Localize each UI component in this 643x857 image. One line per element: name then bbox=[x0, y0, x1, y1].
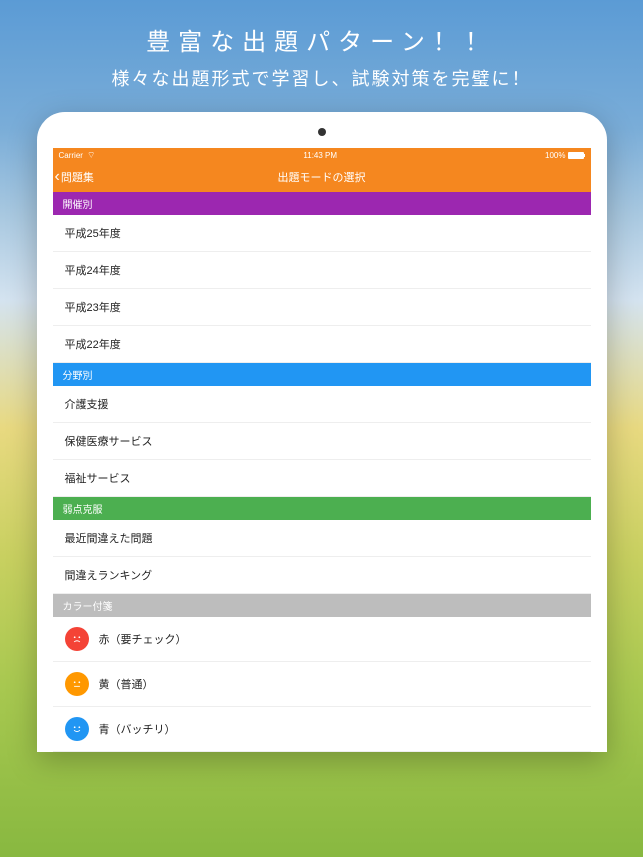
status-bar: Carrier ⌔ 11:43 PM 100% bbox=[53, 148, 591, 162]
list-item[interactable]: 平成22年度 bbox=[53, 326, 591, 363]
carrier-label: Carrier bbox=[59, 151, 83, 160]
list-item[interactable]: 平成24年度 bbox=[53, 252, 591, 289]
list-item[interactable]: 平成25年度 bbox=[53, 215, 591, 252]
camera-dot bbox=[318, 128, 326, 136]
list-item-label: 保健医療サービス bbox=[65, 433, 153, 449]
list-item-label: 福祉サービス bbox=[65, 470, 131, 486]
section-header-year: 開催別 bbox=[53, 192, 591, 215]
section-header-color: カラー付箋 bbox=[53, 594, 591, 617]
status-time: 11:43 PM bbox=[303, 151, 337, 160]
list-item-label: 平成24年度 bbox=[65, 262, 121, 278]
nav-title: 出題モードの選択 bbox=[278, 169, 366, 185]
list-item-label: 青（バッチリ） bbox=[99, 721, 176, 737]
list-item[interactable]: 平成23年度 bbox=[53, 289, 591, 326]
list-item-label: 平成25年度 bbox=[65, 225, 121, 241]
list-item[interactable]: 介護支援 bbox=[53, 386, 591, 423]
promo-subtitle: 様々な出題形式で学習し、試験対策を完璧に！ bbox=[0, 57, 643, 91]
wifi-icon: ⌔ bbox=[87, 150, 95, 161]
nav-bar: ‹ 問題集 出題モードの選択 bbox=[53, 162, 591, 192]
list-item[interactable]: 間違えランキング bbox=[53, 557, 591, 594]
list-item-label: 赤（要チェック） bbox=[99, 631, 187, 647]
back-label: 問題集 bbox=[61, 169, 94, 185]
section-header-field: 分野別 bbox=[53, 363, 591, 386]
list-item-label: 黄（普通） bbox=[99, 676, 154, 692]
list-item-label: 最近間違えた問題 bbox=[65, 530, 153, 546]
list-item-label: 間違えランキング bbox=[65, 567, 153, 583]
list-item-label: 平成23年度 bbox=[65, 299, 121, 315]
section-header-weakness: 弱点克服 bbox=[53, 497, 591, 520]
list-item[interactable]: 福祉サービス bbox=[53, 460, 591, 497]
face-neutral-icon bbox=[65, 672, 89, 696]
list-item[interactable]: 青（バッチリ） bbox=[53, 707, 591, 752]
battery-percent: 100% bbox=[545, 151, 565, 160]
face-happy-icon bbox=[65, 717, 89, 741]
list-item[interactable]: 赤（要チェック） bbox=[53, 617, 591, 662]
battery-icon bbox=[568, 152, 584, 159]
tablet-frame: Carrier ⌔ 11:43 PM 100% ‹ 問題集 出題モードの選択 開… bbox=[37, 112, 607, 752]
list-item-label: 介護支援 bbox=[65, 396, 109, 412]
app-screen: Carrier ⌔ 11:43 PM 100% ‹ 問題集 出題モードの選択 開… bbox=[53, 148, 591, 752]
list-item[interactable]: 黄（普通） bbox=[53, 662, 591, 707]
face-sad-icon bbox=[65, 627, 89, 651]
list-item-label: 平成22年度 bbox=[65, 336, 121, 352]
list-item[interactable]: 保健医療サービス bbox=[53, 423, 591, 460]
promo-title: 豊富な出題パターン！！ bbox=[0, 0, 643, 57]
list-item[interactable]: 最近間違えた問題 bbox=[53, 520, 591, 557]
back-button[interactable]: ‹ 問題集 bbox=[55, 169, 94, 185]
chevron-left-icon: ‹ bbox=[55, 169, 60, 185]
